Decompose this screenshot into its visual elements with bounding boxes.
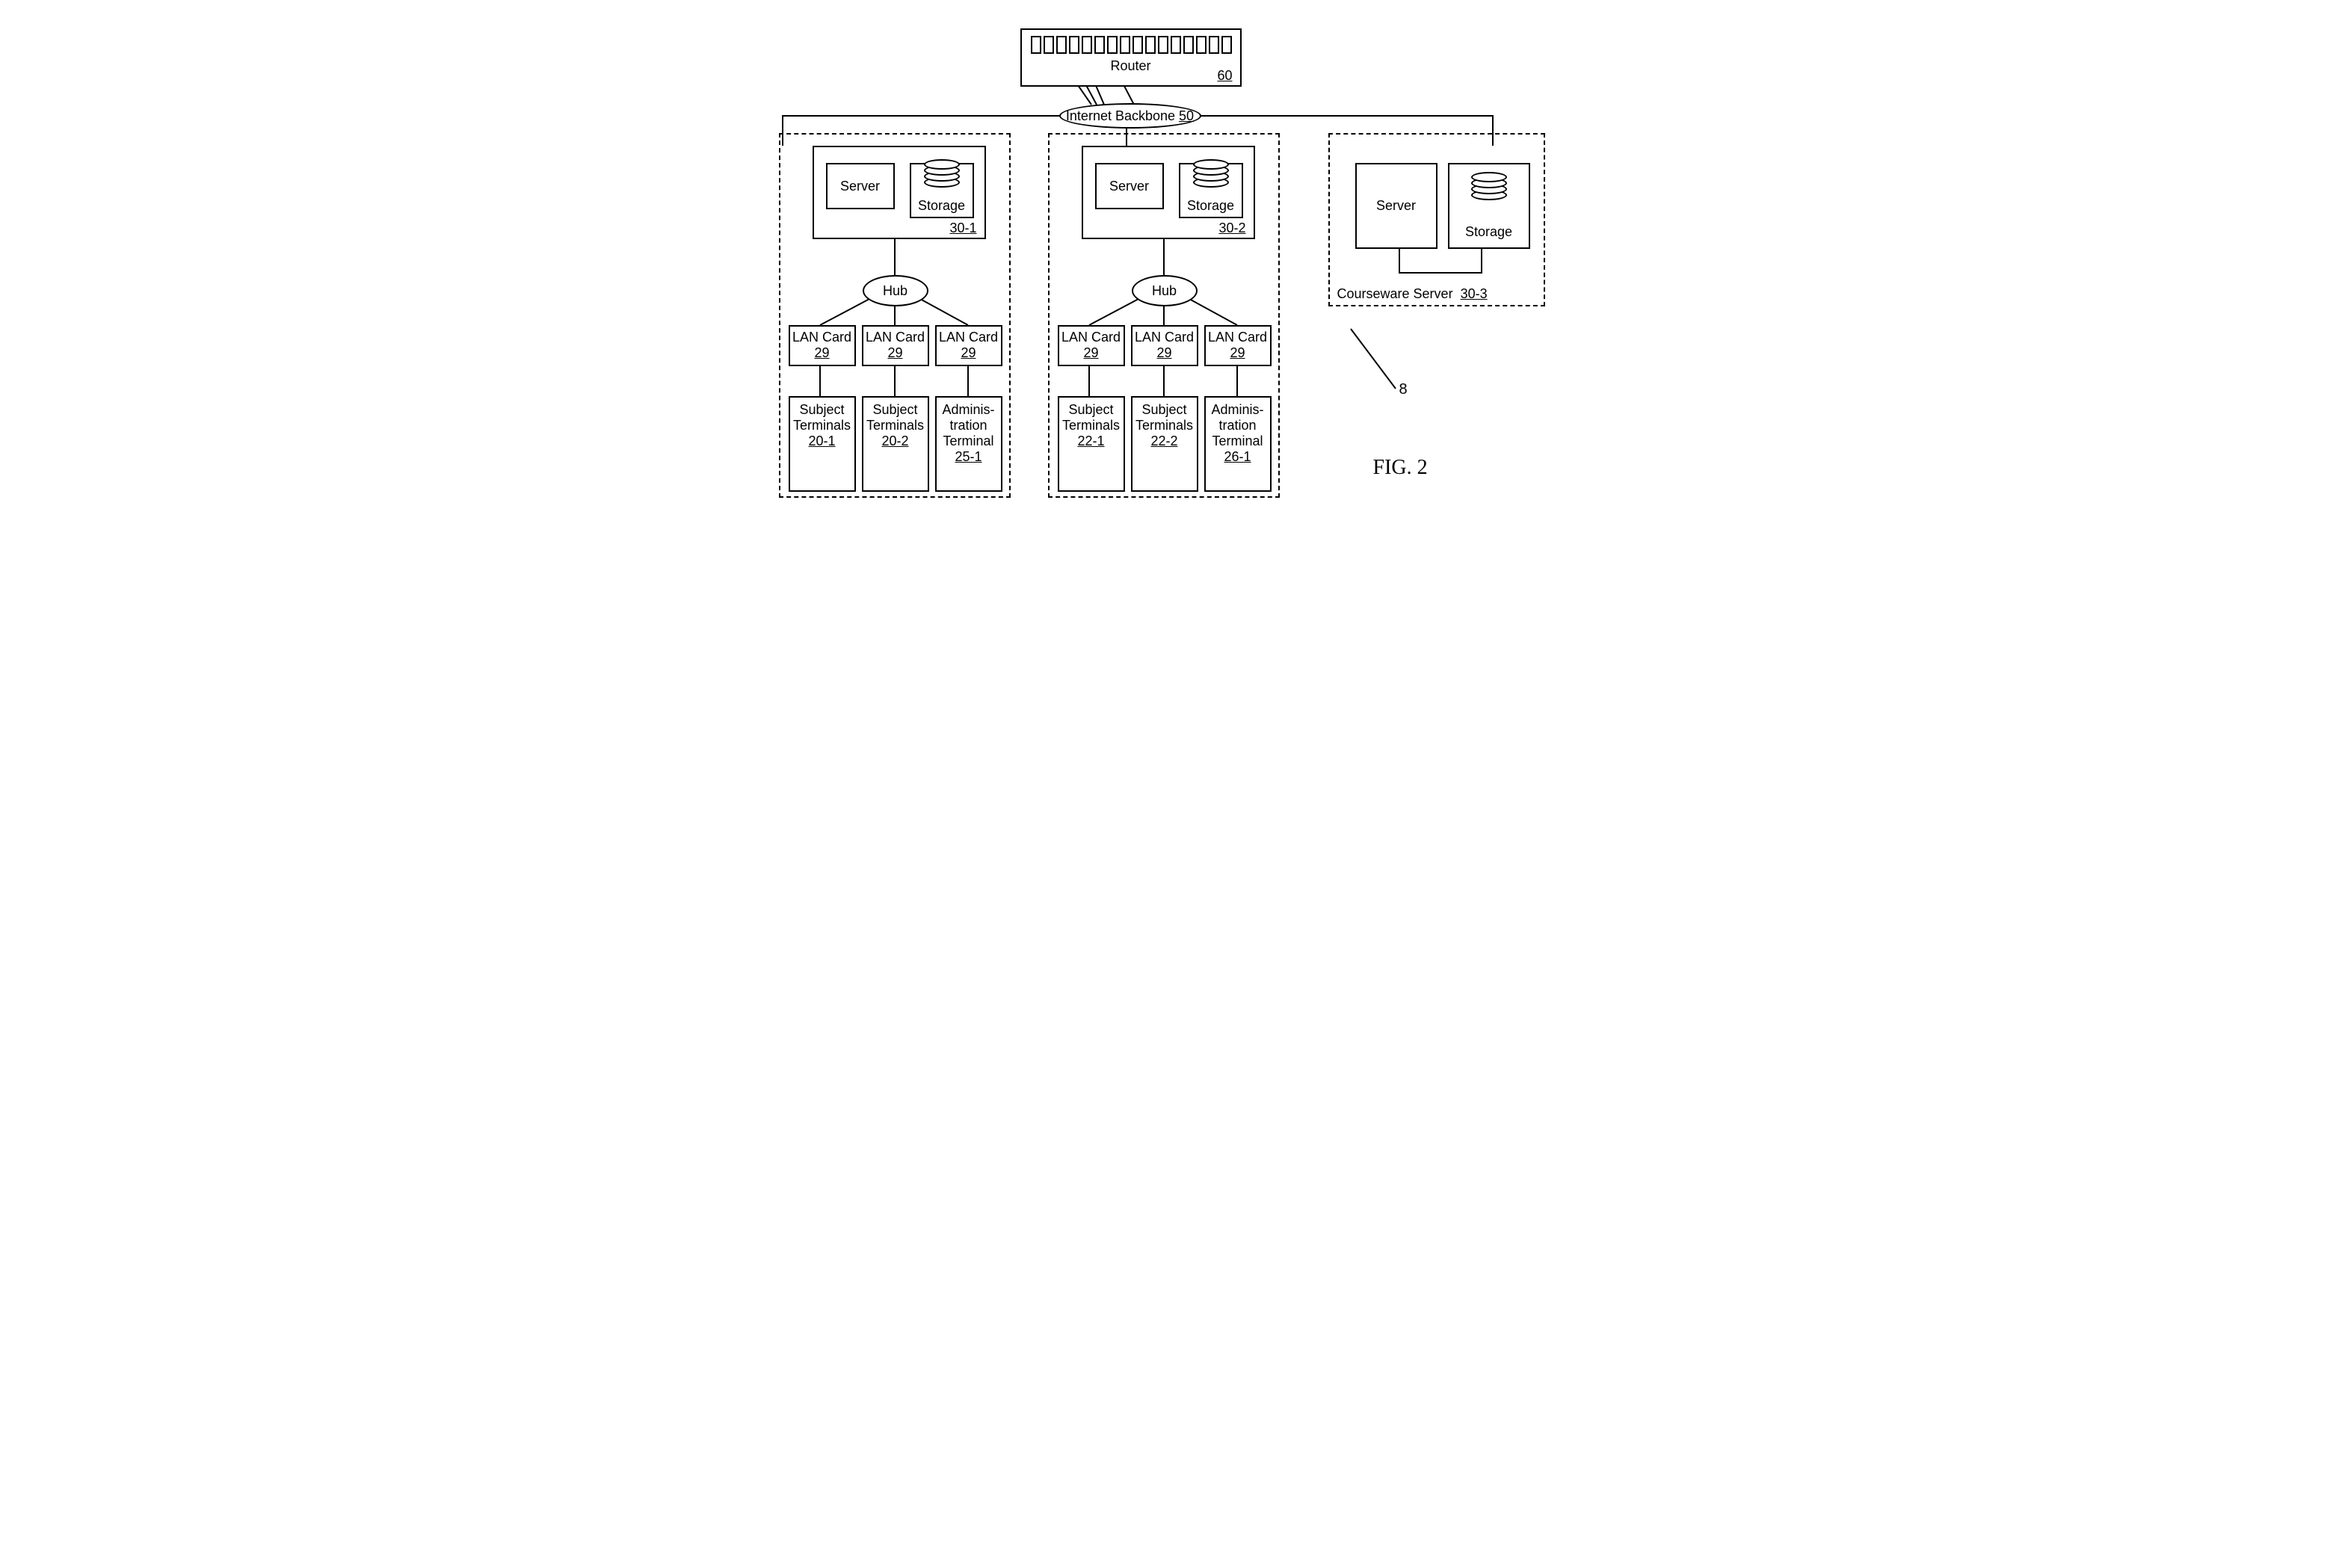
term-ref: 22-1 (1059, 433, 1124, 449)
lancard-1c: LAN Card 29 (935, 325, 1002, 366)
router-ref: 60 (1217, 68, 1232, 84)
lan-ref: 29 (937, 345, 1001, 361)
terminal-22-1: Subject Terminals 22-1 (1058, 396, 1125, 492)
terminal-22-2: Subject Terminals 22-2 (1131, 396, 1198, 492)
hub-label: Hub (883, 283, 907, 299)
courseware-server: Server (1355, 163, 1437, 249)
hub-1: Hub (863, 275, 928, 306)
site2-server: Server (1095, 163, 1164, 209)
site1-server: Server (826, 163, 895, 209)
backbone-ellipse: Internet Backbone 50 (1059, 103, 1201, 129)
term-ref: 20-2 (863, 433, 928, 449)
courseware-ref: 30-3 (1461, 286, 1488, 301)
term-ref: 25-1 (937, 449, 1001, 465)
storage-label: Storage (1465, 224, 1512, 240)
server-label: Server (1109, 179, 1149, 194)
lancard-1a: LAN Card 29 (789, 325, 856, 366)
lan-ref: 29 (1133, 345, 1197, 361)
lancard-2b: LAN Card 29 (1131, 325, 1198, 366)
term-label: Subject Terminals (1133, 402, 1197, 433)
hub-label: Hub (1152, 283, 1177, 299)
term-ref: 20-1 (790, 433, 854, 449)
term-ref: 22-2 (1133, 433, 1197, 449)
router-ports (1031, 36, 1232, 54)
term-label: Adminis-tration Terminal (1206, 402, 1270, 449)
lan-ref: 29 (1059, 345, 1124, 361)
callout-8: 8 (1399, 381, 1408, 398)
disk-icon (924, 159, 960, 191)
term-label: Subject Terminals (863, 402, 928, 433)
disk-icon (1193, 159, 1229, 191)
term-label: Subject Terminals (790, 402, 854, 433)
term-label: Subject Terminals (1059, 402, 1124, 433)
server-label: Server (840, 179, 880, 194)
courseware-label: Courseware Server (1337, 286, 1453, 301)
disk-icon (1471, 172, 1507, 203)
hub-2: Hub (1132, 275, 1198, 306)
site1-server-ref: 30-1 (949, 220, 976, 236)
diagram-canvas: Router 60 Internet Backbone 50 30-1 Serv… (730, 15, 1612, 628)
router-box: Router 60 (1020, 28, 1242, 87)
lan-label: LAN Card (1059, 330, 1124, 345)
term-label: Adminis-tration Terminal (937, 402, 1001, 449)
backbone-ref: 50 (1179, 108, 1194, 123)
lancard-1b: LAN Card 29 (862, 325, 929, 366)
figure-label: FIG. 2 (1373, 456, 1428, 480)
site2-server-ref: 30-2 (1218, 220, 1245, 236)
lan-label: LAN Card (863, 330, 928, 345)
lan-label: LAN Card (1133, 330, 1197, 345)
lancard-2a: LAN Card 29 (1058, 325, 1125, 366)
terminal-20-1: Subject Terminals 20-1 (789, 396, 856, 492)
term-ref: 26-1 (1206, 449, 1270, 465)
router-label: Router (1022, 58, 1240, 74)
storage-label: Storage (918, 198, 965, 214)
lan-ref: 29 (1206, 345, 1270, 361)
terminal-25-1: Adminis-tration Terminal 25-1 (935, 396, 1002, 492)
lan-ref: 29 (790, 345, 854, 361)
server-label: Server (1376, 198, 1416, 214)
backbone-label: Internet Backbone (1066, 108, 1175, 123)
lan-label: LAN Card (1206, 330, 1270, 345)
lan-ref: 29 (863, 345, 928, 361)
storage-label: Storage (1187, 198, 1234, 214)
terminal-20-2: Subject Terminals 20-2 (862, 396, 929, 492)
terminal-26-1: Adminis-tration Terminal 26-1 (1204, 396, 1272, 492)
lan-label: LAN Card (937, 330, 1001, 345)
lancard-2c: LAN Card 29 (1204, 325, 1272, 366)
lan-label: LAN Card (790, 330, 854, 345)
